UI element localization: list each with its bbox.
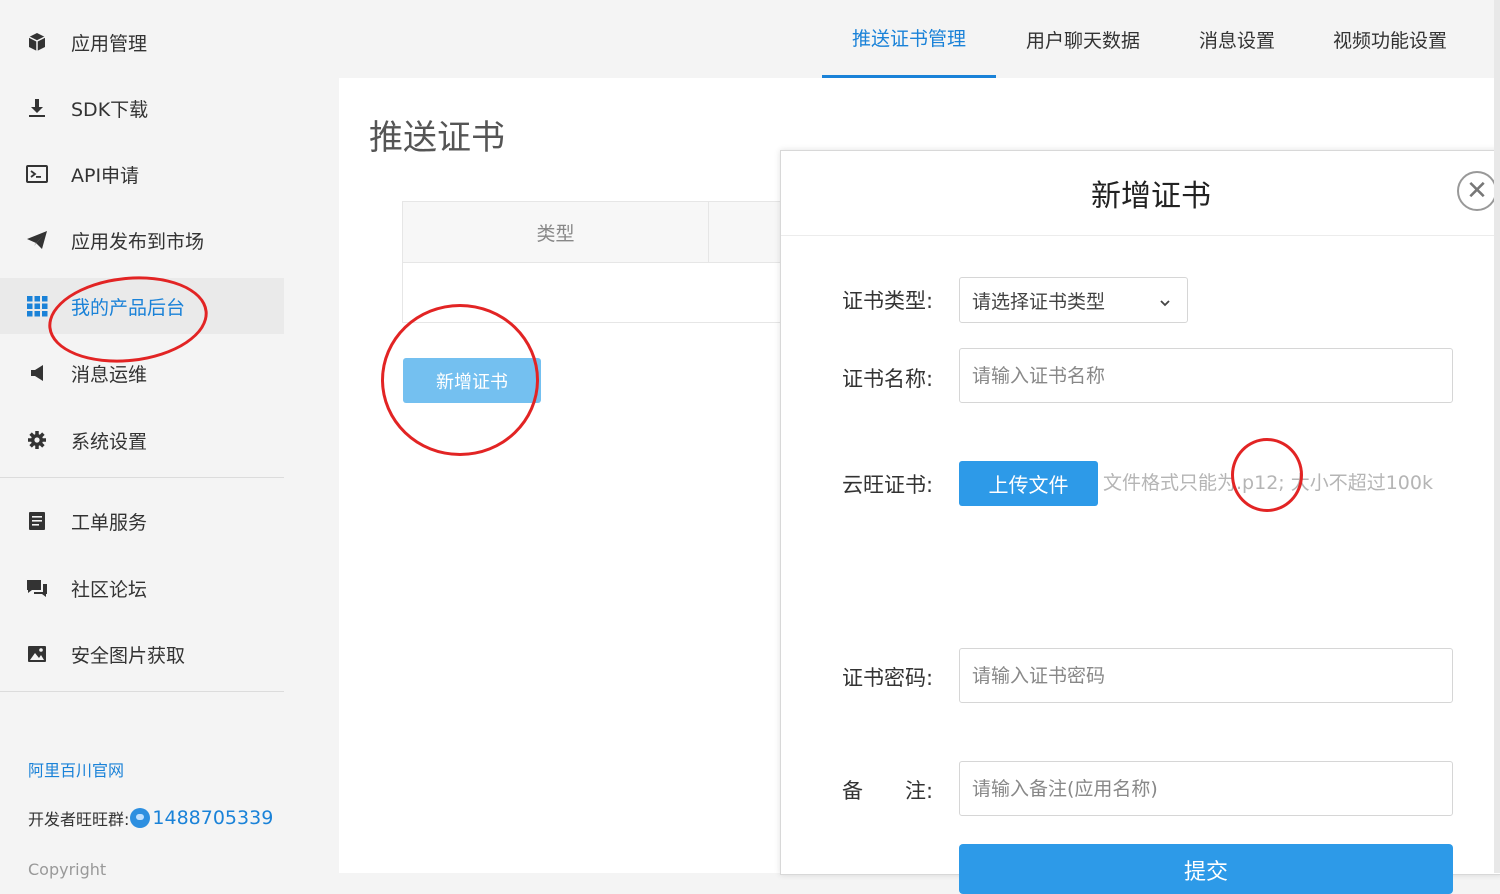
close-icon: ✕ [1466,176,1488,206]
sidebar: 应用管理 SDK下载 API申请 应用发布到市场 我的产品后台 消息运维 系统设… [0,0,284,879]
sidebar-item-label: 社区论坛 [71,578,148,601]
sidebar-item-label: 工单服务 [71,511,148,534]
chevron-down-icon [1159,292,1171,314]
cert-name-input[interactable] [959,348,1453,403]
add-cert-button[interactable]: 新增证书 [403,358,541,403]
sidebar-divider [0,477,284,478]
table-header-row: 类型 [403,202,823,263]
modal-title: 新增证书 [1091,179,1211,214]
document-icon [26,510,48,532]
cert-password-label: 证书密码: [842,666,934,690]
sidebar-item-label: API申请 [71,164,140,187]
remark-input[interactable] [959,761,1453,816]
scrollbar[interactable] [1494,0,1500,873]
sidebar-item-system-settings[interactable]: 系统设置 [0,412,284,468]
tab-message-settings[interactable]: 消息设置 [1182,0,1292,78]
cert-type-label: 证书类型: [842,289,934,313]
cert-type-select[interactable]: 请选择证书类型 [959,277,1188,323]
sidebar-divider [0,691,284,692]
gear-icon [26,429,48,451]
sidebar-item-ticket-service[interactable]: 工单服务 [0,493,284,549]
developer-group: 开发者旺旺群: 1488705339 [28,806,273,830]
remark-label: 备 注: [842,779,934,803]
image-icon [26,643,48,665]
chat-icon [26,577,48,599]
sidebar-item-label: 安全图片获取 [71,644,186,667]
top-tab-bar: 推送证书管理 用户聊天数据 消息设置 视频功能设置 [284,0,1500,78]
sidebar-item-community-forum[interactable]: 社区论坛 [0,560,284,616]
wangwang-icon[interactable] [130,808,151,828]
tab-user-chat-data[interactable]: 用户聊天数据 [1008,0,1158,78]
cert-type-select-value: 请选择证书类型 [972,290,1106,313]
paper-plane-icon [26,229,48,251]
sidebar-item-sdk-download[interactable]: SDK下载 [0,80,284,136]
sidebar-item-label: SDK下载 [71,98,149,121]
official-site-link[interactable]: 阿里百川官网 [28,757,124,781]
upload-hint: 文件格式只能为.p12; 大小不超过100k [1103,472,1433,494]
submit-button[interactable]: 提交 [959,844,1453,894]
sidebar-item-app-management[interactable]: 应用管理 [0,14,284,70]
add-cert-modal: 新增证书 ✕ 证书类型: 请选择证书类型 证书名称: 云旺证书: 上传文件 文件… [780,150,1500,894]
developer-group-number[interactable]: 1488705339 [152,807,273,829]
cert-password-input[interactable] [959,648,1453,703]
sidebar-item-my-product-backend[interactable]: 我的产品后台 [0,278,284,334]
sidebar-item-api-apply[interactable]: API申请 [0,146,284,202]
sidebar-item-label: 消息运维 [71,363,148,386]
terminal-icon [26,163,48,185]
sidebar-item-label: 系统设置 [71,430,148,453]
sidebar-item-secure-image[interactable]: 安全图片获取 [0,626,284,682]
tab-push-cert-management[interactable]: 推送证书管理 [822,0,996,78]
cloud-cert-label: 云旺证书: [842,473,934,497]
modal-header: 新增证书 ✕ [781,151,1500,236]
page-title: 推送证书 [369,118,505,158]
sidebar-item-label: 应用管理 [71,32,148,55]
download-icon [26,97,48,119]
cube-icon [26,31,48,53]
sidebar-item-label: 我的产品后台 [71,296,186,319]
sidebar-item-message-ops[interactable]: 消息运维 [0,345,284,401]
table-header-type: 类型 [403,202,709,262]
megaphone-icon [26,362,48,384]
developer-group-label: 开发者旺旺群: [28,810,130,829]
copyright-text: Copyright [28,860,107,879]
sidebar-item-publish-market[interactable]: 应用发布到市场 [0,212,284,268]
cert-name-label: 证书名称: [842,367,934,391]
sidebar-item-label: 应用发布到市场 [71,230,205,253]
grid-icon [26,295,48,317]
tab-video-settings[interactable]: 视频功能设置 [1318,0,1462,78]
close-button[interactable]: ✕ [1457,171,1497,211]
upload-file-button[interactable]: 上传文件 [959,461,1098,506]
cert-table: 类型 [402,201,823,323]
